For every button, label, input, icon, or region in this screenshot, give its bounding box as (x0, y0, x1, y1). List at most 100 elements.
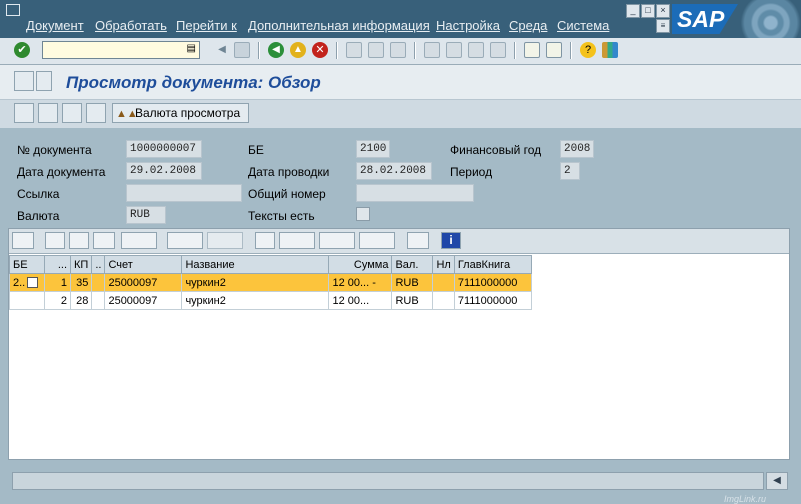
find-icon[interactable] (368, 42, 384, 58)
col-header-gl-account[interactable]: ГлавКнига (453, 255, 532, 274)
cell-tax[interactable] (432, 273, 455, 292)
system-menu-icon[interactable] (6, 4, 20, 16)
cell-name[interactable]: чуркин2 (181, 273, 330, 292)
menu-extras[interactable]: Дополнительная информация (248, 18, 430, 33)
texts-exist-checkbox[interactable] (356, 207, 370, 221)
command-field[interactable]: ▤ (42, 41, 200, 59)
menu-system[interactable]: Система (557, 18, 609, 33)
menu-settings[interactable]: Настройка (436, 18, 500, 33)
print-icon[interactable] (346, 42, 362, 58)
create-shortcut-icon[interactable] (546, 42, 562, 58)
cell-account[interactable]: 25000097 (104, 291, 183, 310)
close-window-icon[interactable]: × (656, 4, 670, 18)
posting-date-field[interactable]: 28.02.2008 (356, 162, 432, 180)
grid-find-icon[interactable] (93, 232, 115, 249)
menu-document[interactable]: Документ (26, 18, 84, 33)
export-icon[interactable] (319, 232, 355, 249)
fiscal-year-field[interactable]: 2008 (560, 140, 594, 158)
status-bar: ◀ ImgLink.ru (0, 470, 801, 504)
document-header-icon[interactable] (38, 103, 58, 123)
currency-field[interactable]: RUB (126, 206, 166, 224)
command-input[interactable] (43, 42, 185, 58)
display-change-icon[interactable] (14, 71, 34, 91)
grid-toolbar: i (9, 229, 789, 254)
cell-gl-account[interactable]: 7111000000 (453, 291, 532, 310)
save-icon[interactable] (234, 42, 250, 58)
cross-number-field[interactable] (356, 184, 474, 202)
col-header-amount[interactable]: Сумма (328, 255, 393, 274)
col-header-tax[interactable]: Нл (432, 255, 455, 274)
currency-icon: ▲▲ (116, 108, 138, 120)
back-icon[interactable]: ◀ (268, 42, 284, 58)
display-currency-button[interactable]: ▲▲ Валюта просмотра (112, 103, 249, 123)
info-icon[interactable]: i (441, 232, 461, 249)
doc-number-field[interactable]: 1000000007 (126, 140, 202, 158)
command-expand-icon[interactable]: ◀ (214, 42, 230, 58)
cell-item[interactable]: 1 (44, 273, 71, 292)
minimize-icon[interactable]: _ (626, 4, 640, 18)
details-icon[interactable] (12, 232, 34, 249)
cell-currency[interactable]: RUB (391, 291, 434, 310)
table-row[interactable]: 2 28 25000097 чуркин2 12 00... RUB 71110… (9, 291, 532, 310)
col-header-posting-key[interactable]: КП (69, 255, 93, 274)
menu-environment[interactable]: Среда (509, 18, 547, 33)
filter-icon[interactable] (121, 232, 157, 249)
status-expand-icon[interactable]: ◀ (766, 472, 788, 490)
views-icon[interactable] (279, 232, 315, 249)
document-list-icon[interactable] (36, 71, 52, 91)
col-header-account[interactable]: Счет (104, 255, 183, 274)
cell-name[interactable]: чуркин2 (181, 291, 330, 310)
table-row[interactable]: 2.. 1 35 25000097 чуркин2 12 00... - RUB… (9, 273, 532, 292)
cell-posting-key[interactable]: 35 (69, 273, 93, 292)
sort-ascending-icon[interactable] (45, 232, 65, 249)
maximize-icon[interactable]: □ (641, 4, 655, 18)
subtotal-icon[interactable] (207, 232, 243, 249)
command-history-icon[interactable]: ▤ (187, 43, 196, 54)
customize-layout-icon[interactable]: ≡ (656, 19, 670, 33)
col-header-name[interactable]: Название (181, 255, 330, 274)
cell-posting-key[interactable]: 28 (69, 291, 93, 310)
layout-menu-icon[interactable] (602, 42, 618, 58)
search-icon[interactable] (62, 103, 82, 123)
col-header-company-code[interactable]: БЕ (9, 255, 45, 274)
cell-amount[interactable]: 12 00... - (328, 273, 393, 292)
last-page-icon[interactable] (490, 42, 506, 58)
reference-field[interactable] (126, 184, 242, 202)
cell-currency[interactable]: RUB (391, 273, 434, 292)
taxes-icon[interactable] (86, 103, 106, 123)
cell-amount[interactable]: 12 00... (328, 291, 393, 310)
company-code-field[interactable]: 2100 (356, 140, 390, 158)
sum-icon[interactable] (167, 232, 203, 249)
cell-gl-account[interactable]: 7111000000 (453, 273, 532, 292)
cell-account[interactable]: 25000097 (104, 273, 183, 292)
enter-check-icon[interactable]: ✔ (14, 42, 30, 58)
col-header-currency[interactable]: Вал. (391, 255, 434, 274)
menu-edit[interactable]: Обработать (95, 18, 167, 33)
cell-item[interactable]: 2 (44, 291, 71, 310)
exit-icon[interactable]: ▲ (290, 42, 306, 58)
texts-exist-label: Тексты есть (248, 209, 315, 223)
graphic-icon[interactable] (407, 232, 429, 249)
col-header-item[interactable]: ... (44, 255, 71, 274)
edit-pencil-icon[interactable] (14, 103, 34, 123)
cell-dropdown-icon[interactable] (27, 277, 39, 289)
cell-s[interactable] (91, 273, 106, 292)
layout-icon[interactable] (359, 232, 395, 249)
find-next-icon[interactable] (390, 42, 406, 58)
cell-company-code[interactable]: 2.. (9, 273, 45, 292)
cell-tax[interactable] (432, 291, 455, 310)
cell-s[interactable] (91, 291, 106, 310)
help-icon[interactable]: ? (580, 42, 596, 58)
next-page-icon[interactable] (468, 42, 484, 58)
cancel-icon[interactable]: ✕ (312, 42, 328, 58)
first-page-icon[interactable] (424, 42, 440, 58)
doc-date-field[interactable]: 29.02.2008 (126, 162, 202, 180)
sort-descending-icon[interactable] (69, 232, 89, 249)
col-header-s[interactable]: .. (91, 255, 106, 274)
menu-goto[interactable]: Перейти к (176, 18, 237, 33)
grid-print-icon[interactable] (255, 232, 275, 249)
period-field[interactable]: 2 (560, 162, 580, 180)
new-session-icon[interactable] (524, 42, 540, 58)
previous-page-icon[interactable] (446, 42, 462, 58)
cell-company-code[interactable] (9, 291, 45, 310)
